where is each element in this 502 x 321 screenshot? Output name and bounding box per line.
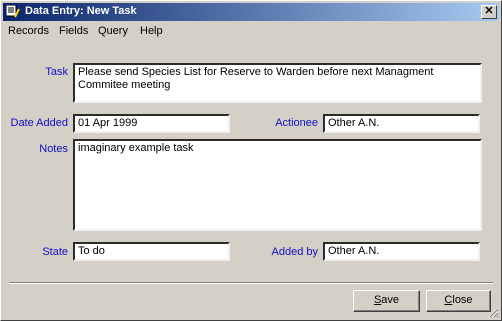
window-title: Data Entry: New Task [25, 5, 137, 17]
menu-bar: Records Fields Query Help [3, 23, 499, 41]
notes-label: Notes [39, 143, 68, 155]
data-entry-window: Data Entry: New Task ✕ Records Fields Qu… [0, 0, 502, 321]
date-added-label: Date Added [10, 117, 69, 129]
state-label: State [42, 246, 68, 258]
close-label-rest: lose [452, 294, 473, 306]
menu-query[interactable]: Query [98, 25, 128, 37]
menu-fields[interactable]: Fields [59, 25, 88, 37]
menu-records[interactable]: Records [8, 25, 49, 37]
added-by-field[interactable]: Other A.N. [323, 242, 480, 261]
resize-grip-icon[interactable] [487, 306, 499, 318]
form-app-icon [6, 5, 20, 18]
title-bar[interactable]: Data Entry: New Task ✕ [3, 3, 499, 21]
menu-help[interactable]: Help [140, 25, 163, 37]
actionee-field[interactable]: Other A.N. [323, 114, 480, 133]
notes-field[interactable]: imaginary example task [73, 139, 482, 231]
separator-line [9, 282, 493, 284]
added-by-label: Added by [271, 246, 318, 258]
actionee-label: Actionee [275, 117, 318, 129]
close-button[interactable]: Close [426, 290, 491, 312]
task-field[interactable]: Please send Species List for Reserve to … [73, 63, 482, 103]
close-icon: ✕ [484, 5, 494, 17]
close-window-button[interactable]: ✕ [481, 5, 497, 19]
task-label: Task [45, 66, 68, 78]
state-field[interactable]: To do [73, 242, 230, 261]
save-button[interactable]: Save [353, 290, 420, 312]
date-added-field[interactable]: 01 Apr 1999 [73, 114, 230, 133]
save-label-rest: ave [381, 294, 400, 306]
